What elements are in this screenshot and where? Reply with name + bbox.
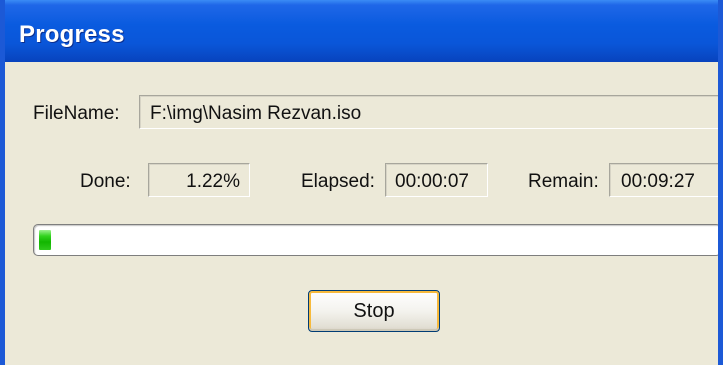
remain-time-field: 00:09:27 (609, 163, 718, 197)
elapsed-time-field: 00:00:07 (385, 163, 488, 197)
done-label: Done: (80, 171, 131, 192)
remain-label: Remain: (528, 171, 599, 192)
filename-label: FileName: (33, 103, 120, 124)
title-bar[interactable]: Progress (5, 0, 718, 62)
stop-button[interactable]: Stop (308, 290, 440, 332)
done-percent-field: 1.22% (148, 163, 250, 197)
elapsed-label: Elapsed: (301, 171, 375, 192)
window-title: Progress (19, 21, 125, 48)
progress-bar (33, 224, 718, 256)
filename-field: F:\img\Nasim Rezvan.iso (139, 95, 718, 129)
progress-dialog: Progress FileName: F:\img\Nasim Rezvan.i… (0, 0, 723, 365)
progress-fill (39, 230, 51, 250)
